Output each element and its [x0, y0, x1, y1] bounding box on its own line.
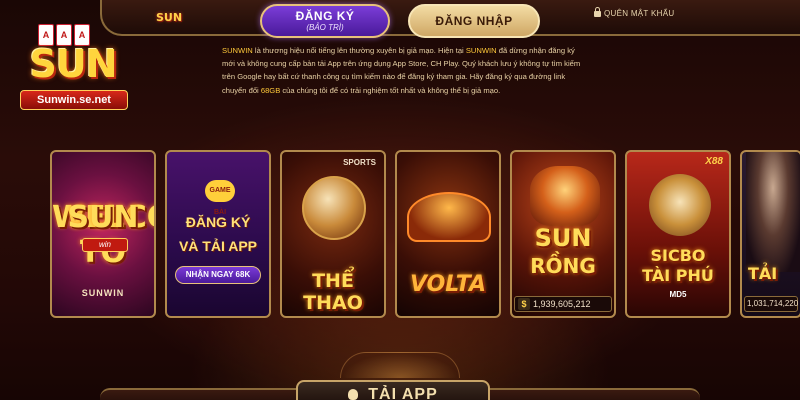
intro-notice: SUNWIN là thương hiệu nổi tiếng lên thườ…	[222, 44, 584, 97]
tai-xiu-jackpot: 1,031,714,220	[744, 296, 798, 312]
sun-rong-title-2: RỒNG	[530, 254, 596, 278]
soccer-ball-icon	[302, 176, 366, 240]
sicbo-subtitle: MD5	[669, 290, 687, 299]
register-card-line1: ĐĂNG KÝ	[185, 214, 251, 230]
intro-text: của chúng tôi để có trải nghiệm tốt nhất…	[280, 85, 501, 95]
register-maintenance-note: (BẢO TRÌ)	[306, 23, 344, 32]
game-card-sports[interactable]: SPORTS THỂ THAO	[280, 150, 386, 318]
volta-title: VOLTA	[409, 272, 487, 297]
decorative-arch	[340, 352, 460, 378]
forgot-password-label: QUÊN MẬT KHẨU	[604, 9, 675, 18]
game-card-volta[interactable]: VOLTA	[395, 150, 501, 318]
game-card-sicbo[interactable]: X88 SICBO TÀI PHÚ MD5	[625, 150, 731, 318]
welcome-footer: SUNWIN	[81, 288, 125, 298]
tai-xiu-title: TẢI	[748, 264, 778, 283]
claim-68k-button[interactable]: NHẬN NGAY 68K	[175, 266, 261, 284]
game-card-register-app[interactable]: GAME BÀI ĐĂNG KÝ VÀ TẢI APP NHẬN NGAY 68…	[165, 150, 271, 318]
register-button-label: ĐĂNG KÝ	[295, 9, 355, 23]
game-card-tai-xiu[interactable]: TẢI 1,031,714,220	[740, 150, 800, 318]
sun-rong-title-1: SUN	[534, 224, 592, 252]
game-card-welcome[interactable]: WELCOME TO SUN win SUNWIN	[50, 150, 156, 318]
forgot-password-link[interactable]: QUÊN MẬT KHẨU	[594, 7, 675, 18]
dollar-icon: $	[518, 298, 530, 310]
logo-domain-ribbon: Sunwin.se.net	[20, 90, 128, 110]
game-card-sun-rong[interactable]: SUN RỒNG $1,939,605,212	[510, 150, 616, 318]
sicbo-title-2: TÀI PHÚ	[642, 266, 714, 285]
logo-wordmark: SUN	[29, 42, 117, 86]
golden-ox-icon	[649, 174, 711, 236]
header-logo[interactable]: SUN	[152, 6, 186, 30]
welcome-logo-text: SUN	[67, 200, 139, 235]
download-app-button[interactable]: TẢI APP	[296, 380, 490, 400]
register-card-line2: VÀ TẢI APP	[178, 238, 258, 254]
login-button[interactable]: ĐĂNG NHẬP	[408, 4, 540, 38]
register-button[interactable]: ĐĂNG KÝ (BẢO TRÌ)	[260, 4, 390, 38]
sports-tag: SPORTS	[343, 158, 376, 167]
sunwin-logo[interactable]: A A A SUN Sunwin.se.net	[14, 24, 132, 116]
x88-badge: X88	[705, 156, 723, 167]
welcome-logo-sub: win	[82, 238, 128, 252]
intro-text: là thương hiệu nổi tiếng lên thường xuyê…	[252, 46, 466, 55]
apple-icon	[348, 389, 359, 400]
sicbo-title-1: SICBO	[650, 246, 706, 265]
sports-title: THỂ THAO	[303, 270, 363, 314]
dragon-icon	[530, 166, 600, 226]
dealer-image	[746, 152, 800, 272]
game-cards-row: WELCOME TO SUN win SUNWIN GAME BÀI ĐĂNG …	[50, 150, 800, 320]
intro-highlight: SUNWIN	[465, 46, 497, 55]
sun-rong-jackpot-value: 1,939,605,212	[533, 299, 591, 309]
sun-rong-jackpot: $1,939,605,212	[514, 296, 612, 312]
game-bai-badge: GAME BÀI	[205, 180, 235, 216]
lock-icon	[594, 7, 601, 17]
intro-highlight: SUNWIN	[222, 46, 253, 55]
download-app-label: TẢI APP	[368, 386, 438, 400]
stadium-icon	[407, 192, 491, 242]
intro-highlight: 68GB	[260, 85, 281, 95]
